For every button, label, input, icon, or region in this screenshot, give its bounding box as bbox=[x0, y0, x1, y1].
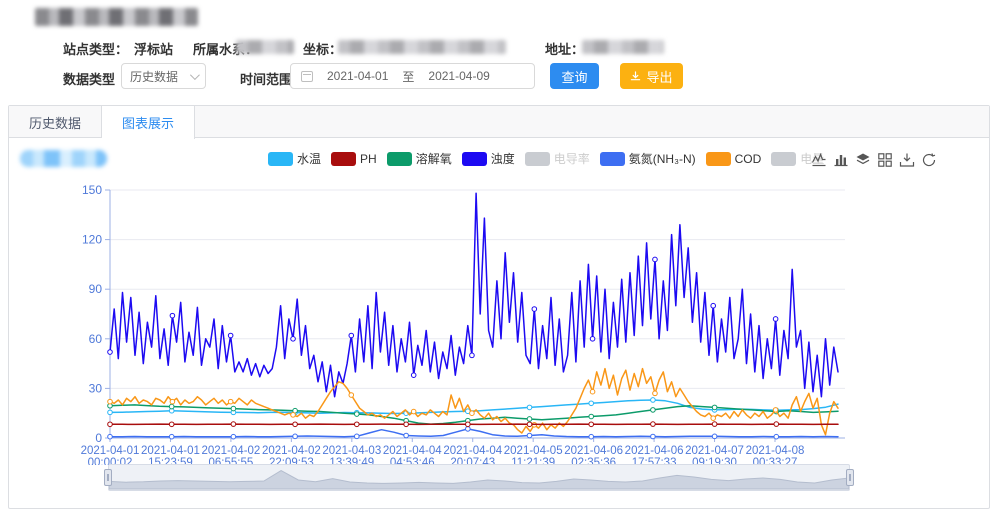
export-button-label: 导出 bbox=[646, 67, 672, 86]
magictype-line-icon[interactable] bbox=[811, 152, 827, 168]
legend-swatch bbox=[600, 152, 625, 166]
time-range-label: 时间范围 bbox=[240, 69, 292, 88]
date-range-picker[interactable]: 2021-04-01 至 2021-04-09 bbox=[290, 63, 535, 89]
svg-text:2021-04-06: 2021-04-06 bbox=[564, 445, 623, 457]
datazoom-right-handle[interactable] bbox=[846, 469, 854, 486]
svg-text:2021-04-01: 2021-04-01 bbox=[81, 445, 140, 457]
tab-history-data[interactable]: 历史数据 bbox=[9, 106, 102, 138]
legend-item-4[interactable]: 电导率 bbox=[525, 150, 590, 167]
legend-swatch bbox=[268, 152, 293, 166]
datazoom-track[interactable] bbox=[108, 464, 850, 491]
svg-text:2021-04-01: 2021-04-01 bbox=[141, 445, 200, 457]
datazoom-overview bbox=[109, 465, 849, 490]
svg-text:2021-04-03: 2021-04-03 bbox=[322, 445, 381, 457]
datazoom-left-handle[interactable] bbox=[104, 469, 112, 486]
station-type-value: 浮标站 bbox=[134, 39, 173, 58]
svg-text:2021-04-04: 2021-04-04 bbox=[383, 445, 442, 457]
legend-label: 水温 bbox=[297, 150, 321, 167]
legend-swatch bbox=[525, 152, 550, 166]
legend-label: 氨氮(NH₃-N) bbox=[629, 150, 696, 167]
legend-item-0[interactable]: 水温 bbox=[268, 150, 321, 167]
magictype-tiled-icon[interactable] bbox=[877, 152, 893, 168]
magictype-stack-icon[interactable] bbox=[855, 152, 871, 168]
data-type-select[interactable]: 历史数据 bbox=[121, 63, 206, 89]
svg-text:60: 60 bbox=[89, 332, 103, 346]
redacted-chart-title bbox=[20, 150, 107, 167]
data-type-selected-value: 历史数据 bbox=[130, 68, 178, 85]
legend-swatch bbox=[771, 152, 796, 166]
svg-text:2021-04-02: 2021-04-02 bbox=[262, 445, 321, 457]
chevron-down-icon bbox=[190, 70, 200, 80]
date-to-label: 至 bbox=[402, 68, 414, 85]
chart-toolbox bbox=[811, 152, 937, 168]
date-start-value[interactable]: 2021-04-01 bbox=[327, 69, 388, 83]
station-type-label: 站点类型： bbox=[63, 39, 128, 58]
export-button[interactable]: 导出 bbox=[620, 63, 683, 89]
query-button-label: 查询 bbox=[561, 67, 587, 86]
svg-text:2021-04-07: 2021-04-07 bbox=[685, 445, 744, 457]
legend-swatch bbox=[331, 152, 356, 166]
tab-bar: 历史数据 图表展示 bbox=[9, 106, 989, 138]
legend-item-6[interactable]: COD bbox=[706, 152, 762, 166]
svg-text:150: 150 bbox=[82, 183, 102, 197]
legend-label: 浊度 bbox=[491, 150, 515, 167]
magictype-bar-icon[interactable] bbox=[833, 152, 849, 168]
legend-item-3[interactable]: 浊度 bbox=[462, 150, 515, 167]
svg-text:2021-04-08: 2021-04-08 bbox=[746, 445, 805, 457]
legend-label: 溶解氧 bbox=[416, 150, 452, 167]
calendar-icon bbox=[301, 71, 313, 82]
legend-label: COD bbox=[735, 152, 762, 166]
svg-text:2021-04-04: 2021-04-04 bbox=[443, 445, 502, 457]
svg-text:30: 30 bbox=[89, 381, 103, 395]
svg-text:0: 0 bbox=[95, 431, 102, 445]
address-label: 地址： bbox=[545, 39, 584, 58]
legend-item-5[interactable]: 氨氮(NH₃-N) bbox=[600, 150, 696, 167]
svg-text:2021-04-02: 2021-04-02 bbox=[201, 445, 260, 457]
restore-icon[interactable] bbox=[921, 152, 937, 168]
svg-text:90: 90 bbox=[89, 282, 103, 296]
svg-text:120: 120 bbox=[82, 233, 102, 247]
legend-item-1[interactable]: PH bbox=[331, 152, 377, 166]
legend-swatch bbox=[387, 152, 412, 166]
legend-item-2[interactable]: 溶解氧 bbox=[387, 150, 452, 167]
chart-canvas[interactable]: 03060901201502021-04-0100:00:022021-04-0… bbox=[80, 180, 865, 465]
tab-chart-display[interactable]: 图表展示 bbox=[102, 106, 195, 139]
svg-text:2021-04-05: 2021-04-05 bbox=[504, 445, 563, 457]
save-image-icon[interactable] bbox=[899, 152, 915, 168]
date-end-value[interactable]: 2021-04-09 bbox=[428, 69, 489, 83]
redacted-water-system-value bbox=[236, 40, 294, 54]
legend-swatch bbox=[462, 152, 487, 166]
svg-text:2021-04-06: 2021-04-06 bbox=[625, 445, 684, 457]
chart-legend: 水温PH溶解氧浊度电导率氨氮(NH₃-N)COD电量 bbox=[268, 150, 824, 167]
legend-label: 电导率 bbox=[554, 150, 590, 167]
query-button[interactable]: 查询 bbox=[550, 63, 599, 89]
legend-swatch bbox=[706, 152, 731, 166]
download-icon bbox=[630, 71, 641, 82]
coordinates-label: 坐标： bbox=[303, 39, 342, 58]
data-type-label: 数据类型 bbox=[63, 69, 115, 88]
redacted-address-value bbox=[582, 40, 664, 54]
redacted-coordinates-value bbox=[338, 40, 506, 54]
redacted-page-title bbox=[35, 8, 198, 26]
legend-label: PH bbox=[360, 152, 377, 166]
